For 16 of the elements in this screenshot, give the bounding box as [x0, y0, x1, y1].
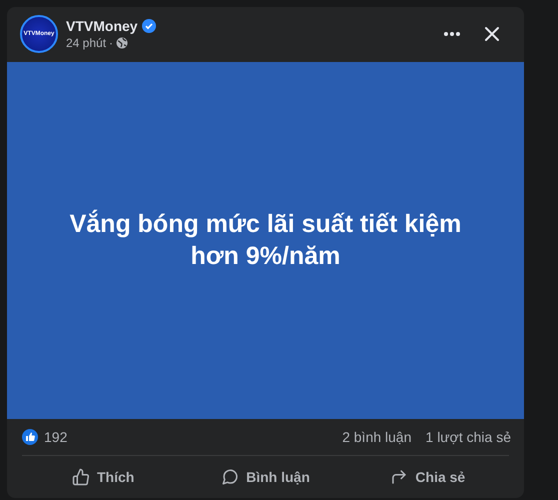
- share-button[interactable]: Chia sẻ: [346, 460, 509, 494]
- image-headline: Vắng bóng mức lãi suất tiết kiệm hơn 9%/năm: [68, 208, 462, 272]
- share-count[interactable]: 1 lượt chia sẻ: [426, 429, 511, 446]
- reaction-count[interactable]: 192: [44, 429, 68, 446]
- separator-dot: ·: [109, 36, 114, 50]
- globe-icon: [116, 37, 128, 50]
- like-button[interactable]: Thích: [22, 460, 184, 494]
- thumbs-up-icon: [72, 468, 90, 486]
- speech-bubble-icon: [221, 468, 240, 486]
- comment-count[interactable]: 2 bình luận: [342, 429, 412, 446]
- like-reaction-icon: [22, 429, 38, 446]
- author-name[interactable]: VTVMoney: [66, 18, 138, 34]
- post-time[interactable]: 24 phút: [66, 36, 106, 50]
- share-arrow-icon: [390, 468, 408, 486]
- more-icon: [444, 32, 460, 36]
- comment-button[interactable]: Bình luận: [184, 460, 347, 494]
